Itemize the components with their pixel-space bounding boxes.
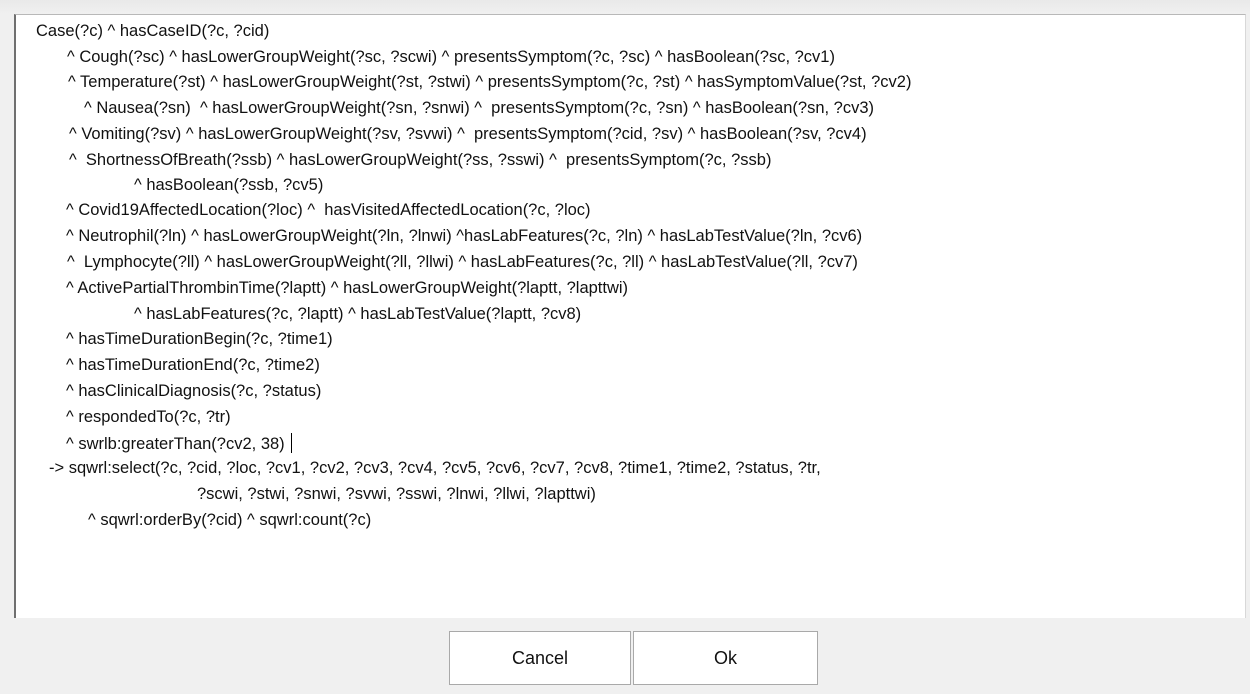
dialog-top-edge xyxy=(0,0,1250,14)
rule-line-17-text: ^ swrlb:greaterThan(?cv2, 38) xyxy=(66,435,285,453)
rule-line-19: ?scwi, ?stwi, ?snwi, ?svwi, ?sswi, ?lnwi… xyxy=(197,485,596,503)
rule-line-18: -> sqwrl:select(?c, ?cid, ?loc, ?cv1, ?c… xyxy=(49,459,821,477)
rule-line-13: ^ hasTimeDurationBegin(?c, ?time1) xyxy=(66,330,333,348)
rule-line-2: ^ Cough(?sc) ^ hasLowerGroupWeight(?sc, … xyxy=(67,48,835,66)
rule-line-9: ^ Neutrophil(?ln) ^ hasLowerGroupWeight(… xyxy=(66,227,863,245)
rule-line-8: ^ Covid19AffectedLocation(?loc) ^ hasVis… xyxy=(66,201,591,219)
rule-line-5: ^ Vomiting(?sv) ^ hasLowerGroupWeight(?s… xyxy=(69,125,867,143)
rule-line-1: Case(?c) ^ hasCaseID(?c, ?cid) xyxy=(36,22,270,40)
rule-line-7: ^ hasBoolean(?ssb, ?cv5) xyxy=(134,176,324,194)
rule-line-11: ^ ActivePartialThrombinTime(?laptt) ^ ha… xyxy=(66,279,629,297)
rule-line-14: ^ hasTimeDurationEnd(?c, ?time2) xyxy=(66,356,320,374)
rule-line-17: ^ swrlb:greaterThan(?cv2, 38) xyxy=(66,433,292,455)
cancel-button[interactable]: Cancel xyxy=(449,631,631,685)
rule-line-15: ^ hasClinicalDiagnosis(?c, ?status) xyxy=(66,382,322,400)
text-caret xyxy=(290,433,292,453)
rule-line-6: ^ ShortnessOfBreath(?ssb) ^ hasLowerGrou… xyxy=(69,151,772,169)
rule-line-4: ^ Nausea(?sn) ^ hasLowerGroupWeight(?sn,… xyxy=(84,99,875,117)
rule-editor-dialog: Case(?c) ^ hasCaseID(?c, ?cid) ^ Cough(?… xyxy=(0,0,1250,694)
rule-line-16: ^ respondedTo(?c, ?tr) xyxy=(66,408,231,426)
rule-line-3: ^ Temperature(?st) ^ hasLowerGroupWeight… xyxy=(68,73,912,91)
ok-button[interactable]: Ok xyxy=(633,631,818,685)
rule-line-20: ^ sqwrl:orderBy(?cid) ^ sqwrl:count(?c) xyxy=(88,511,372,529)
rule-line-12: ^ hasLabFeatures(?c, ?laptt) ^ hasLabTes… xyxy=(134,305,582,323)
rule-text-editor[interactable]: Case(?c) ^ hasCaseID(?c, ?cid) ^ Cough(?… xyxy=(14,14,1246,618)
rule-line-10: ^ Lymphocyte(?ll) ^ hasLowerGroupWeight(… xyxy=(67,253,858,271)
